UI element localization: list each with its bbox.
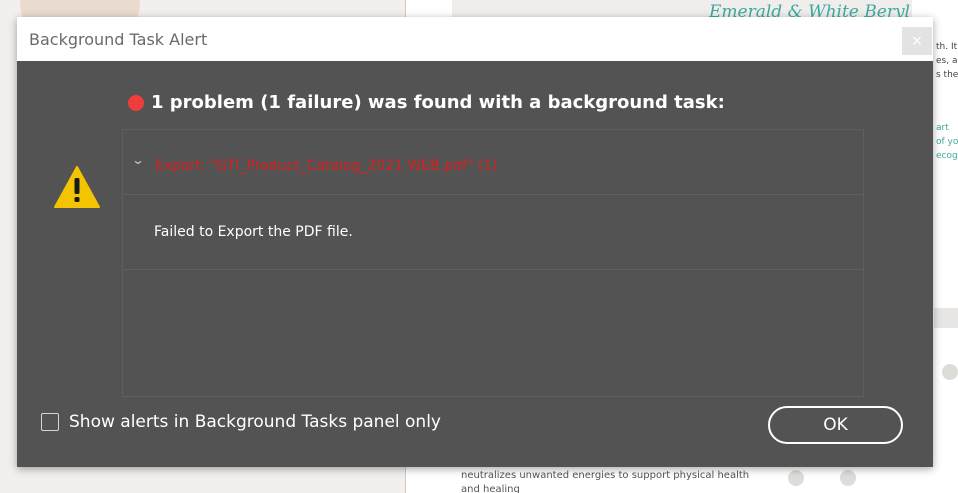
dialog-titlebar[interactable]: Background Task Alert × xyxy=(17,17,933,61)
dialog-title: Background Task Alert xyxy=(29,30,208,49)
task-message-row: Failed to Export the PDF file. xyxy=(123,195,863,270)
show-alerts-checkbox[interactable] xyxy=(41,413,59,431)
background-bead xyxy=(788,470,804,486)
error-dot-icon xyxy=(128,94,144,111)
background-snippet: s the xyxy=(936,70,958,80)
background-band xyxy=(934,308,958,328)
ok-button[interactable]: OK xyxy=(768,406,903,444)
task-list: ⌄ Export: "GTI_Product_Catalog_2021 WEB.… xyxy=(122,129,864,397)
background-link: art xyxy=(936,123,949,133)
background-body-text: and healing xyxy=(461,484,520,493)
warning-triangle-icon xyxy=(54,166,100,208)
task-name: Export: "GTI_Product_Catalog_2021 WEB.pd… xyxy=(155,158,498,174)
chevron-down-icon[interactable]: ⌄ xyxy=(131,153,144,167)
background-bead xyxy=(840,470,856,486)
background-snippet: th. It xyxy=(936,42,958,52)
headline-text: 1 problem (1 failure) was found with a b… xyxy=(151,92,725,113)
background-snippet: es, an xyxy=(936,56,958,66)
close-button[interactable]: × xyxy=(902,27,932,55)
background-body-text: neutralizes unwanted energies to support… xyxy=(461,470,750,481)
show-alerts-checkbox-label[interactable]: Show alerts in Background Tasks panel on… xyxy=(69,412,441,432)
background-link: of yo xyxy=(936,137,958,147)
background-task-alert-dialog: Background Task Alert × 1 problem (1 fai… xyxy=(17,17,933,467)
problem-headline: 1 problem (1 failure) was found with a b… xyxy=(128,92,725,113)
task-message: Failed to Export the PDF file. xyxy=(154,224,353,240)
background-bead xyxy=(942,364,958,380)
background-link: ecogn xyxy=(936,151,958,161)
task-row[interactable]: ⌄ Export: "GTI_Product_Catalog_2021 WEB.… xyxy=(123,130,863,195)
